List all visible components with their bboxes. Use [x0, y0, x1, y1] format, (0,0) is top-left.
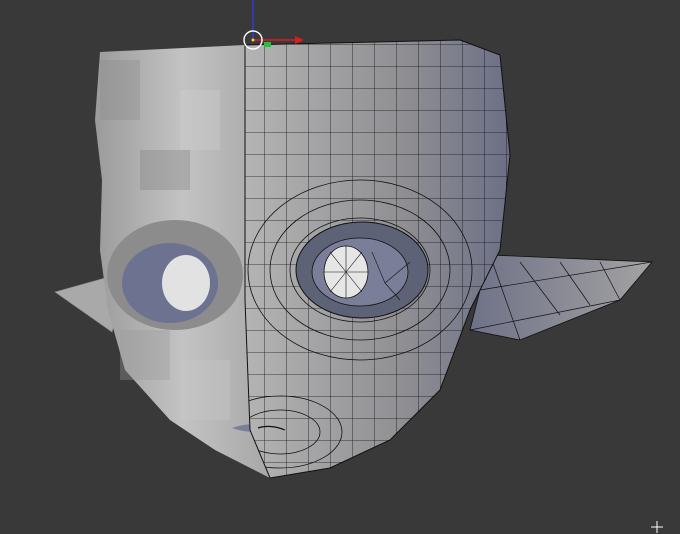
- axis-y-handle: [264, 42, 271, 47]
- 3d-cursor-origin-center: [251, 38, 255, 42]
- 3d-viewport[interactable]: [0, 0, 680, 534]
- axis-x-arrow: [295, 36, 304, 44]
- mesh-right-ear: [469, 254, 653, 341]
- left-eye-iris: [162, 255, 210, 311]
- crosshair-cursor-icon: [651, 521, 663, 533]
- viewport-scene[interactable]: [0, 0, 680, 534]
